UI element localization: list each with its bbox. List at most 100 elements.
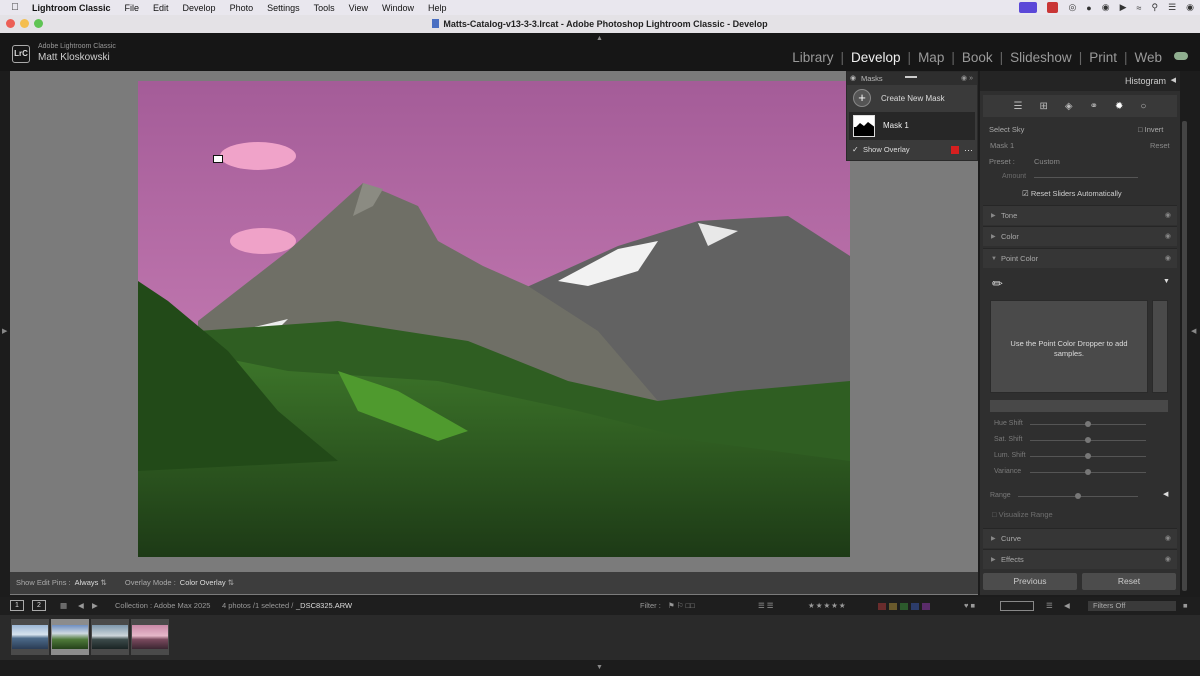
eye-icon[interactable]: ◉ (1165, 550, 1171, 570)
back-arrow-icon[interactable]: ◀ (78, 597, 84, 615)
plus-icon[interactable]: + (853, 89, 871, 107)
preset-select[interactable]: Custom (1034, 157, 1060, 166)
zoom-window-icon[interactable] (34, 19, 43, 28)
menu-help[interactable]: Help (426, 3, 455, 13)
grid-view-icon[interactable]: ▦ (60, 597, 67, 615)
flag-filter-icons[interactable]: ⚑ ⚐ □□ (668, 597, 695, 615)
selected-filename[interactable]: _DSC8325.ARW (296, 597, 352, 615)
module-web[interactable]: Web (1134, 50, 1162, 65)
edit-filter-icons[interactable]: ☰ ☰ (758, 597, 774, 615)
filmstrip-thumbnail[interactable] (131, 619, 169, 655)
crop-icon[interactable]: ⊞ (1040, 101, 1048, 112)
menu-edit[interactable]: Edit (151, 3, 177, 13)
expand-triangle-icon[interactable]: ▶ (991, 227, 996, 247)
show-edit-pins-select[interactable]: Always (75, 578, 99, 587)
recording-icon[interactable] (1047, 2, 1059, 13)
sat-shift-slider[interactable]: Sat. Shift (990, 434, 1166, 446)
menu-app-name[interactable]: Lightroom Classic (30, 3, 119, 13)
edit-sliders-icon[interactable]: ☰ (1014, 101, 1023, 112)
color-dropper-icon[interactable]: ✏ (992, 276, 1003, 292)
filmstrip-thumbnail-selected[interactable] (51, 619, 89, 655)
masking-icon[interactable]: ✹ (1115, 101, 1123, 112)
stack-icon[interactable]: ☰ (1046, 597, 1053, 615)
create-new-mask-button[interactable]: + Create New Mask (847, 85, 977, 112)
red-eye-icon[interactable]: ⚭ (1090, 101, 1098, 112)
bottom-panel-collapse-icon[interactable]: ▼ (596, 664, 603, 671)
slider-knob[interactable] (1075, 493, 1081, 499)
mask-reset-button[interactable]: Reset (1150, 141, 1170, 150)
menu-file[interactable]: File (123, 3, 148, 13)
expand-triangle-icon[interactable]: ▶ (991, 206, 996, 226)
point-color-side-swatch[interactable] (1152, 300, 1168, 393)
module-develop[interactable]: Develop (851, 50, 901, 65)
point-color-section-header[interactable]: ▼ Point Color ◉ (983, 248, 1177, 268)
eye-icon[interactable]: ◉ (1165, 227, 1171, 247)
eye-icon[interactable]: ◉ (850, 72, 856, 85)
eye-icon[interactable]: ◉ (1165, 206, 1171, 226)
module-book[interactable]: Book (962, 50, 993, 65)
right-panel-collapse-icon[interactable]: ◀ (1191, 327, 1196, 335)
module-map[interactable]: Map (918, 50, 944, 65)
overlay-color-swatch[interactable] (951, 146, 959, 154)
top-panel-collapse-icon[interactable]: ▲ (596, 35, 603, 42)
lens-blur-icon[interactable]: ○ (1140, 101, 1146, 112)
masks-header[interactable]: ◉ Masks ◉ » (847, 72, 977, 85)
forward-arrow-icon[interactable]: ▶ (92, 597, 98, 615)
module-library[interactable]: Library (792, 50, 833, 65)
previous-button[interactable]: Previous (983, 573, 1077, 590)
control-center-icon[interactable]: ☰ (1168, 2, 1176, 13)
sync-icon[interactable]: ● (1086, 3, 1091, 13)
photo-preview[interactable] (138, 81, 850, 557)
primary-window-button[interactable]: 1 (10, 600, 24, 611)
control-icon[interactable]: ◎ (1068, 2, 1076, 13)
menu-settings[interactable]: Settings (265, 3, 308, 13)
reset-sliders-checkbox[interactable]: ☑ Reset Sliders Automatically (1022, 189, 1122, 198)
menu-window[interactable]: Window (380, 3, 422, 13)
siri-icon[interactable]: ◉ (1186, 2, 1194, 13)
filmstrip-thumbnail[interactable] (91, 619, 129, 655)
cloud-sync-icon[interactable] (1174, 52, 1188, 60)
menu-develop[interactable]: Develop (181, 3, 224, 13)
module-slideshow[interactable]: Slideshow (1010, 50, 1072, 65)
dropdown-triangle-icon[interactable]: ▼ (1163, 278, 1170, 285)
remove-icon[interactable]: ◈ (1065, 101, 1073, 112)
range-triangle-icon[interactable]: ◀ (1163, 490, 1168, 498)
secondary-window-button[interactable]: 2 (32, 600, 46, 611)
reset-button[interactable]: Reset (1082, 573, 1176, 590)
tone-section-header[interactable]: ▶ Tone ◉ (983, 205, 1177, 225)
star-rating-filter[interactable]: ★★★★★ (808, 597, 847, 615)
filmstrip-thumbnail[interactable] (11, 619, 49, 655)
range-slider[interactable]: Range ◀ (990, 490, 1168, 502)
panel-controls-icon[interactable]: ◉ » (961, 72, 973, 85)
menu-view[interactable]: View (347, 3, 376, 13)
hue-shift-slider[interactable]: Hue Shift (990, 418, 1166, 430)
play-icon[interactable]: ▶ (1120, 2, 1127, 13)
minimize-window-icon[interactable] (20, 19, 29, 28)
right-panel-scrollbar[interactable] (1182, 121, 1187, 591)
lum-shift-slider[interactable]: Lum. Shift (990, 450, 1166, 462)
close-window-icon[interactable] (6, 19, 15, 28)
slider-knob[interactable] (1085, 437, 1091, 443)
variance-slider[interactable]: Variance (990, 466, 1166, 478)
color-section-header[interactable]: ▶ Color ◉ (983, 226, 1177, 246)
kind-filter-icon[interactable] (1000, 601, 1034, 611)
visualize-range-checkbox[interactable]: □ Visualize Range (992, 510, 1053, 519)
left-panel-collapse-icon[interactable]: ▶ (2, 327, 7, 335)
slider-knob[interactable] (1085, 469, 1091, 475)
expand-triangle-icon[interactable]: ▶ (991, 529, 996, 549)
eye-icon[interactable]: ◉ (1165, 529, 1171, 549)
apple-icon[interactable]:  (0, 2, 30, 13)
heart-icon[interactable]: ♥ ■ (964, 597, 975, 615)
collapse-triangle-icon[interactable]: ▼ (991, 249, 997, 269)
slider-knob[interactable] (1085, 453, 1091, 459)
filter-lock-icon[interactable]: ■ (1183, 597, 1188, 615)
mask-pin-icon[interactable] (213, 155, 223, 163)
amount-slider[interactable]: Amount (990, 171, 1166, 183)
menu-tools[interactable]: Tools (312, 3, 343, 13)
show-overlay-checkbox[interactable]: ✓ Show Overlay ⋯ (847, 140, 977, 160)
expand-triangle-icon[interactable]: ▶ (991, 550, 996, 570)
curve-section-header[interactable]: ▶ Curve ◉ (983, 528, 1177, 548)
checkmark-icon[interactable]: ✓ (852, 140, 859, 160)
mask-list-item[interactable]: Mask 1 (849, 112, 975, 140)
collapse-triangle-icon[interactable]: ◀ (1171, 71, 1176, 91)
